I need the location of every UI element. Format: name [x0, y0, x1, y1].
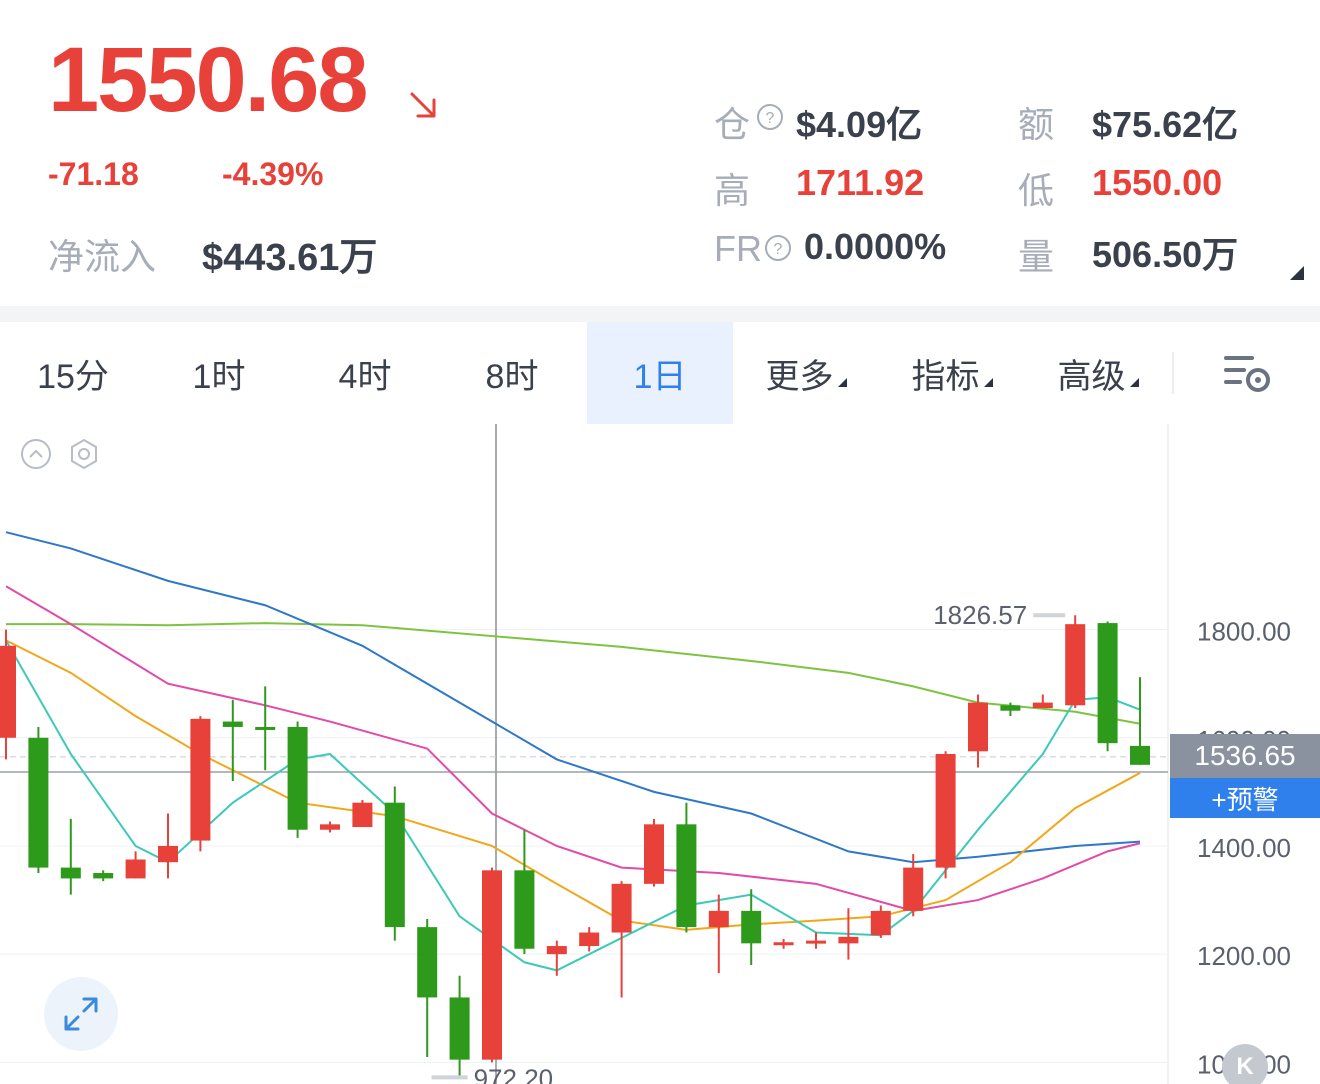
- price-change-abs: -71.18: [48, 156, 139, 192]
- candlestick-chart[interactable]: 1800.001600.001400.001200.001000.001826.…: [0, 424, 1320, 1084]
- candle-body: [125, 859, 146, 879]
- k-logo-icon: K: [1222, 1044, 1268, 1084]
- ma-line: [5, 639, 1141, 931]
- price-change-pct: -4.39%: [222, 156, 324, 192]
- candle-body: [870, 910, 891, 936]
- candle-body: [93, 873, 114, 879]
- help-circle-icon[interactable]: ?: [764, 234, 792, 262]
- candle-body: [384, 802, 405, 928]
- candle-body: [1065, 624, 1086, 706]
- svg-text:?: ?: [774, 241, 783, 258]
- ticker-header: 1550.68 -71.18 -4.39% 净流入 $443.61万 仓 ? $…: [0, 0, 1320, 306]
- funding-rate-value: 0.0000%: [804, 226, 947, 267]
- candle-body: [287, 726, 308, 830]
- candle-body: [546, 946, 567, 955]
- hexagon-settings-icon[interactable]: [68, 438, 100, 470]
- ma-line: [5, 639, 1141, 972]
- tab-more[interactable]: 更多: [733, 322, 879, 424]
- candle-body: [60, 867, 81, 879]
- last-price: 1550.68: [48, 29, 369, 131]
- netflow-label: 净流入: [48, 236, 157, 277]
- high-label: 高: [714, 170, 751, 211]
- tab-4h[interactable]: 4时: [292, 322, 438, 424]
- candle-body: [708, 910, 729, 928]
- candle-body: [611, 883, 632, 933]
- open-interest-value: $4.09亿: [796, 104, 923, 145]
- help-circle-icon[interactable]: ?: [756, 103, 784, 131]
- candle-body: [28, 737, 49, 868]
- volume-label: 量: [1018, 236, 1055, 277]
- candle-body: [352, 802, 373, 828]
- volume-value: 506.50万: [1092, 234, 1239, 275]
- y-tick-label: 1800.00: [1197, 617, 1291, 647]
- high-value: 1711.92: [796, 162, 925, 203]
- candle-body: [514, 870, 535, 949]
- y-tick-label: 1200.00: [1197, 941, 1291, 971]
- candle-body: [417, 927, 438, 998]
- candle-body: [482, 870, 502, 1060]
- svg-text:?: ?: [766, 110, 775, 127]
- chart-canvas[interactable]: 1800.001600.001400.001200.001000.001826.…: [0, 424, 1320, 1084]
- candle-body: [320, 824, 340, 830]
- caret-down-icon: [837, 377, 847, 387]
- tab-indicators[interactable]: 指标: [879, 322, 1025, 424]
- candle-body: [255, 726, 276, 730]
- low-value: 1550.00: [1092, 162, 1223, 203]
- candle-body: [935, 754, 956, 868]
- candle-body: [903, 867, 924, 911]
- max-price-label: 1826.57: [933, 600, 1027, 630]
- last-price-tag: 1536.65: [1170, 734, 1320, 778]
- tab-15m[interactable]: 15分: [0, 322, 146, 424]
- candle-body: [0, 645, 16, 738]
- expand-stats-icon[interactable]: [1290, 266, 1304, 280]
- fullscreen-button[interactable]: [44, 977, 118, 1051]
- candle-body: [190, 718, 211, 841]
- candle-body: [1130, 745, 1150, 765]
- section-divider: [0, 306, 1320, 322]
- amount-value: $75.62亿: [1092, 104, 1239, 145]
- candle-body: [1032, 702, 1053, 709]
- low-label: 低: [1018, 170, 1055, 211]
- tab-1d[interactable]: 1日: [587, 322, 733, 424]
- candle-body: [644, 824, 664, 884]
- open-interest-label: 仓: [714, 104, 751, 145]
- y-tick-label: 1400.00: [1197, 833, 1291, 863]
- candle-body: [158, 845, 178, 863]
- candle-body: [222, 721, 243, 727]
- candle-body: [676, 824, 697, 928]
- candle-body: [1000, 705, 1021, 711]
- collapse-up-icon[interactable]: [20, 438, 52, 470]
- expand-arrows-icon: [64, 997, 98, 1031]
- candle-body: [773, 942, 794, 946]
- caret-down-icon: [983, 377, 993, 387]
- tab-1h[interactable]: 1时: [146, 322, 292, 424]
- candle-body: [1097, 623, 1118, 744]
- candle-body: [838, 936, 859, 944]
- amount-label: 额: [1018, 104, 1055, 145]
- min-price-label: 972.20: [474, 1063, 554, 1084]
- caret-down-icon: [1129, 377, 1139, 387]
- arrow-down-right-icon: [410, 92, 436, 118]
- tab-advanced[interactable]: 高级: [1025, 322, 1171, 424]
- interval-tabs: 15分 1时 4时 8时 1日 更多 指标 高级: [0, 322, 1320, 425]
- candle-body: [579, 932, 600, 947]
- funding-rate-label: FR: [714, 228, 762, 269]
- chart-settings-icon[interactable]: [1220, 350, 1272, 396]
- ma-line: [5, 531, 1141, 864]
- candle-body: [968, 702, 988, 752]
- candle-body: [741, 910, 762, 944]
- add-alert-button[interactable]: +预警: [1170, 778, 1320, 818]
- tab-8h[interactable]: 8时: [438, 322, 586, 424]
- tab-separator: [1172, 352, 1174, 394]
- candle-body: [449, 997, 470, 1060]
- candle-body: [806, 940, 826, 944]
- netflow-value: $443.61万: [202, 237, 378, 279]
